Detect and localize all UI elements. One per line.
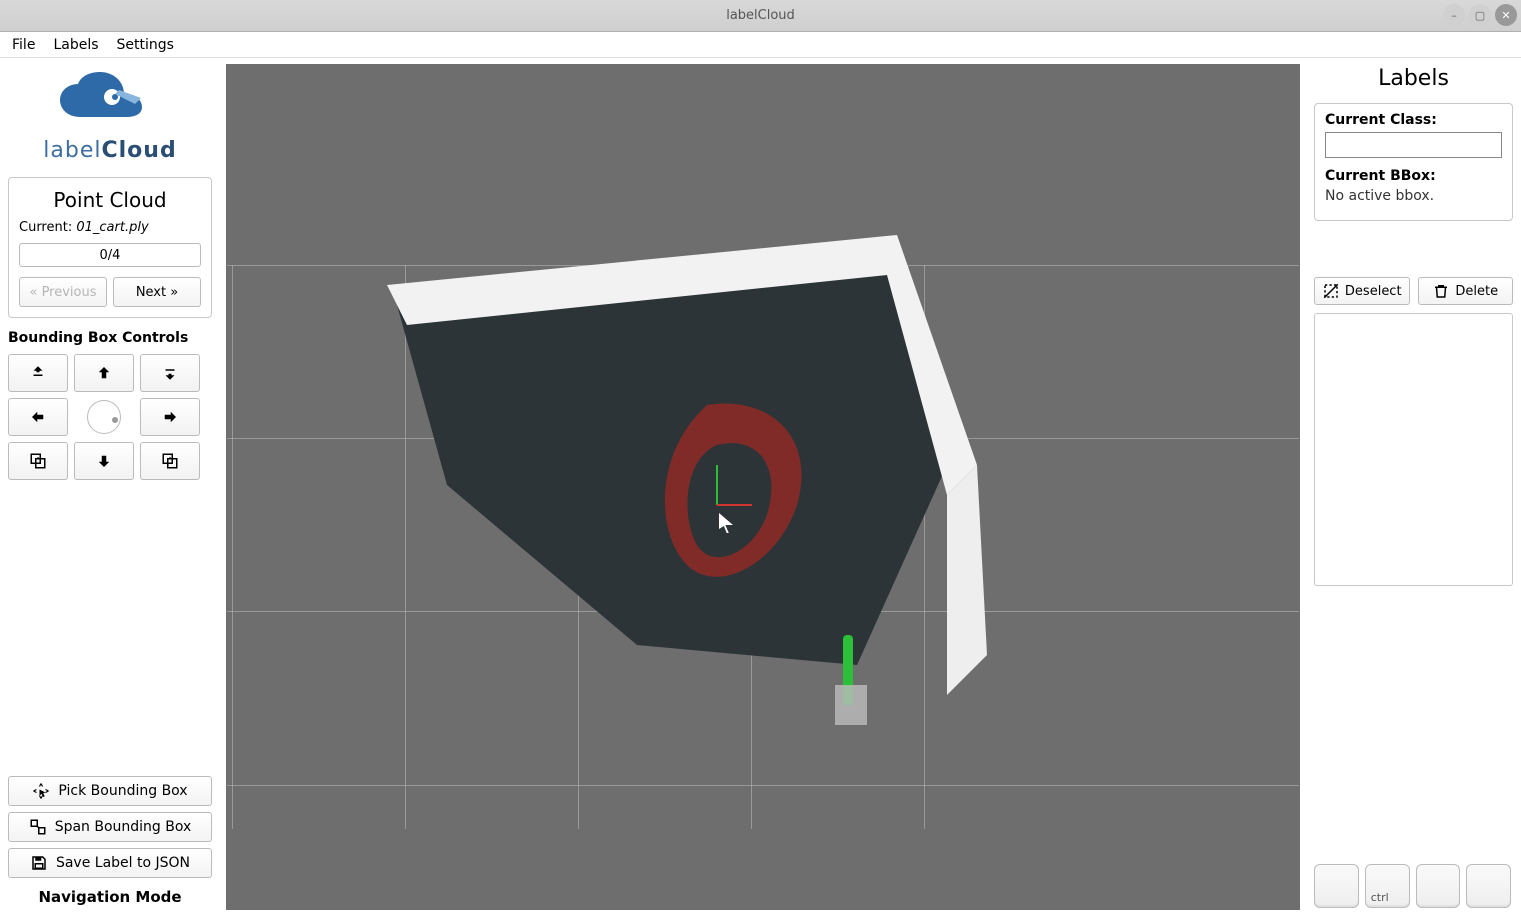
scale-up-button[interactable] (8, 442, 68, 480)
cloud-icon (55, 72, 165, 132)
window-maximize-button[interactable]: ▢ (1469, 4, 1491, 26)
save-json-button[interactable]: Save Label to JSON (8, 848, 212, 878)
window-minimize-button[interactable]: – (1443, 4, 1465, 26)
axis-gizmo (835, 625, 875, 755)
scale-down-button[interactable] (140, 442, 200, 480)
delete-button[interactable]: Delete (1418, 277, 1514, 305)
span-bbox-button[interactable]: Span Bounding Box (8, 812, 212, 842)
trash-icon (1432, 282, 1450, 300)
pointcloud-card: Point Cloud Current: 01_cart.ply 0/4 « P… (8, 177, 212, 318)
labels-list[interactable] (1314, 313, 1513, 586)
previous-button: « Previous (19, 277, 107, 307)
menu-file[interactable]: File (12, 37, 35, 53)
current-class-label: Current Class: (1325, 112, 1502, 128)
grid-line (227, 785, 1299, 786)
key-tile-alt (1416, 864, 1461, 908)
translate-right-button[interactable] (140, 398, 200, 436)
current-file-row: Current: 01_cart.ply (19, 220, 201, 235)
app-logo-text: labelCloud (8, 138, 212, 163)
progress-box: 0/4 (19, 243, 201, 267)
translate-up-button[interactable] (74, 354, 134, 392)
rotation-dial[interactable] (74, 398, 134, 436)
window-titlebar: labelCloud – ▢ ✕ (0, 0, 1521, 32)
window-title: labelCloud (726, 8, 795, 23)
right-panel: Labels Current Class: Current BBox: No a… (1306, 58, 1521, 916)
bbox-arrow-grid (8, 354, 212, 480)
span-icon (29, 818, 47, 836)
deselect-button[interactable]: Deselect (1314, 277, 1410, 305)
labels-title: Labels (1314, 66, 1513, 91)
mode-label: Navigation Mode (8, 884, 212, 908)
center-panel (220, 58, 1306, 916)
menu-labels[interactable]: Labels (53, 37, 98, 53)
left-panel: labelCloud Point Cloud Current: 01_cart.… (0, 58, 220, 916)
menu-settings[interactable]: Settings (117, 37, 174, 53)
deselect-icon (1322, 282, 1340, 300)
current-label: Current: (19, 220, 72, 235)
class-bbox-card: Current Class: Current BBox: No active b… (1314, 103, 1513, 221)
workspace: labelCloud Point Cloud Current: 01_cart.… (0, 58, 1521, 916)
translate-z-up-button[interactable] (8, 354, 68, 392)
window-close-button[interactable]: ✕ (1495, 4, 1517, 26)
next-button[interactable]: Next » (113, 277, 201, 307)
viewport-3d[interactable] (226, 64, 1300, 910)
translate-down-button[interactable] (74, 442, 134, 480)
modifier-keys-display: ctrl (1314, 864, 1513, 908)
pick-bbox-button[interactable]: Pick Bounding Box (8, 776, 212, 806)
bbox-controls-heading: Bounding Box Controls (8, 330, 212, 346)
current-file-name: 01_cart.ply (76, 220, 148, 235)
grid-line (232, 265, 233, 829)
app-logo: labelCloud (8, 66, 212, 177)
progress-text: 0/4 (100, 248, 121, 263)
current-bbox-label: Current BBox: (1325, 168, 1502, 184)
current-bbox-value: No active bbox. (1325, 188, 1502, 204)
crosshair-icon (32, 782, 50, 800)
menu-bar: File Labels Settings (0, 32, 1521, 58)
axis-origin (697, 465, 757, 525)
current-class-input[interactable] (1325, 132, 1502, 158)
key-tile-shift (1314, 864, 1359, 908)
translate-left-button[interactable] (8, 398, 68, 436)
translate-z-down-button[interactable] (140, 354, 200, 392)
pointcloud-title: Point Cloud (19, 188, 201, 212)
key-tile-ctrl: ctrl (1365, 864, 1410, 908)
key-tile-cmd (1466, 864, 1511, 908)
save-icon (30, 854, 48, 872)
